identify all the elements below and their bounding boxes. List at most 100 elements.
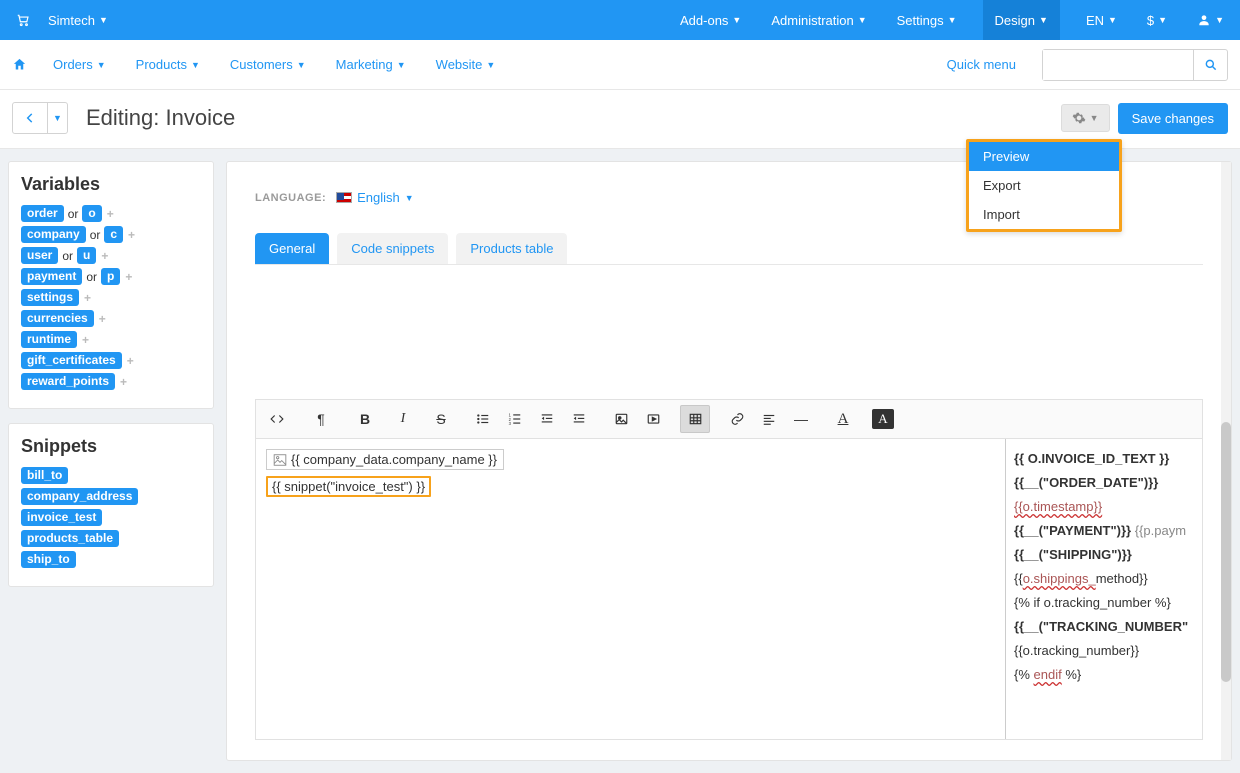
plus-icon[interactable]: + bbox=[105, 207, 114, 221]
code-view-icon[interactable] bbox=[262, 405, 292, 433]
snippet-tag[interactable]: ship_to bbox=[21, 551, 76, 568]
snippet-tag[interactable]: products_table bbox=[21, 530, 119, 547]
page-title: Editing: Invoice bbox=[86, 105, 235, 131]
plus-icon[interactable]: + bbox=[80, 333, 89, 347]
mainnav: Orders▼ Products▼ Customers▼ Marketing▼ … bbox=[0, 40, 1240, 90]
bg-color-icon[interactable]: A bbox=[868, 405, 898, 433]
snippet-row: company_address bbox=[21, 488, 201, 505]
content-panel: LANGUAGE: English ▼ General Code snippet… bbox=[226, 161, 1232, 761]
nav-marketing[interactable]: Marketing▼ bbox=[336, 57, 406, 72]
align-icon[interactable] bbox=[754, 405, 784, 433]
image-icon[interactable] bbox=[606, 405, 636, 433]
or-text: or bbox=[85, 270, 98, 284]
variable-row: orderoro + bbox=[21, 205, 201, 222]
back-dropdown[interactable]: ▼ bbox=[47, 103, 67, 133]
tab-products-table[interactable]: Products table bbox=[456, 233, 567, 264]
snippet-row: invoice_test bbox=[21, 509, 201, 526]
snippet-tag[interactable]: invoice_test bbox=[21, 509, 102, 526]
home-icon[interactable] bbox=[12, 57, 27, 72]
nav-products[interactable]: Products▼ bbox=[136, 57, 200, 72]
save-button[interactable]: Save changes bbox=[1118, 103, 1228, 134]
back-button-group: ▼ bbox=[12, 102, 68, 134]
snippet-tag[interactable]: company_address bbox=[21, 488, 138, 505]
video-icon[interactable] bbox=[638, 405, 668, 433]
outdent-icon[interactable] bbox=[532, 405, 562, 433]
gear-button[interactable]: ▼ bbox=[1061, 104, 1110, 132]
tab-code-snippets[interactable]: Code snippets bbox=[337, 233, 448, 264]
snippets-box: Snippets bill_tocompany_addressinvoice_t… bbox=[8, 423, 214, 587]
variable-tag-short[interactable]: c bbox=[104, 226, 123, 243]
variable-tag[interactable]: runtime bbox=[21, 331, 77, 348]
variable-tag[interactable]: order bbox=[21, 205, 64, 222]
variable-tag[interactable]: payment bbox=[21, 268, 82, 285]
variable-tag[interactable]: gift_certificates bbox=[21, 352, 122, 369]
list-ol-icon[interactable]: 123 bbox=[500, 405, 530, 433]
nav-user[interactable]: ▼ bbox=[1193, 0, 1228, 40]
editor-right-cell[interactable]: {{ O.INVOICE_ID_TEXT }} {{__("ORDER_DATE… bbox=[1006, 439, 1202, 739]
dropdown-preview[interactable]: Preview bbox=[969, 142, 1119, 171]
language-select[interactable]: English ▼ bbox=[336, 190, 414, 205]
snippet-tag[interactable]: bill_to bbox=[21, 467, 68, 484]
variable-row: useroru+ bbox=[21, 247, 201, 264]
nav-website[interactable]: Website▼ bbox=[436, 57, 496, 72]
variables-box: Variables orderoro+companyorc+useroru+pa… bbox=[8, 161, 214, 409]
variable-tag-short[interactable]: o bbox=[82, 205, 101, 222]
or-text: or bbox=[67, 207, 80, 221]
topbar: Simtech ▼ Add-ons▼ Administration▼ Setti… bbox=[0, 0, 1240, 40]
italic-icon[interactable]: I bbox=[388, 405, 418, 433]
tab-general[interactable]: General bbox=[255, 233, 329, 264]
brand-menu[interactable]: Simtech ▼ bbox=[44, 0, 112, 40]
text-color-icon[interactable]: A bbox=[828, 405, 858, 433]
editor-toolbar: ¶ B I S 123 — bbox=[256, 400, 1202, 439]
variable-tag[interactable]: reward_points bbox=[21, 373, 115, 390]
plus-icon[interactable]: + bbox=[126, 228, 135, 242]
plus-icon[interactable]: + bbox=[99, 249, 108, 263]
quick-menu-link[interactable]: Quick menu bbox=[947, 57, 1016, 72]
editor: ¶ B I S 123 — bbox=[255, 399, 1203, 740]
plus-icon[interactable]: + bbox=[123, 270, 132, 284]
nav-settings[interactable]: Settings▼ bbox=[893, 0, 961, 40]
bold-icon[interactable]: B bbox=[350, 405, 380, 433]
template-image-placeholder[interactable]: {{ company_data.company_name }} bbox=[266, 449, 504, 470]
snippet-highlight[interactable]: {{ snippet("invoice_test") }} bbox=[266, 476, 431, 497]
cart-icon[interactable] bbox=[12, 0, 34, 40]
or-text: or bbox=[89, 228, 102, 242]
nav-design[interactable]: Design▼ bbox=[983, 0, 1060, 40]
nav-addons[interactable]: Add-ons▼ bbox=[676, 0, 745, 40]
nav-currency[interactable]: $▼ bbox=[1143, 0, 1171, 40]
search-button[interactable] bbox=[1193, 50, 1227, 80]
scrollbar-thumb[interactable] bbox=[1221, 422, 1231, 682]
editor-body[interactable]: {{ company_data.company_name }} {{ snipp… bbox=[256, 439, 1202, 739]
variable-tag[interactable]: user bbox=[21, 247, 58, 264]
paragraph-icon[interactable]: ¶ bbox=[306, 405, 336, 433]
variable-tag[interactable]: settings bbox=[21, 289, 79, 306]
nav-customers[interactable]: Customers▼ bbox=[230, 57, 306, 72]
indent-icon[interactable] bbox=[564, 405, 594, 433]
svg-text:3: 3 bbox=[509, 421, 512, 426]
back-button[interactable] bbox=[13, 103, 47, 133]
search-input[interactable] bbox=[1043, 50, 1193, 80]
plus-icon[interactable]: + bbox=[125, 354, 134, 368]
content-scrollbar[interactable] bbox=[1221, 162, 1231, 760]
editor-left-cell[interactable]: {{ company_data.company_name }} {{ snipp… bbox=[256, 439, 1006, 739]
plus-icon[interactable]: + bbox=[118, 375, 127, 389]
plus-icon[interactable]: + bbox=[82, 291, 91, 305]
variable-tag[interactable]: currencies bbox=[21, 310, 94, 327]
variable-tag-short[interactable]: p bbox=[101, 268, 120, 285]
plus-icon[interactable]: + bbox=[97, 312, 106, 326]
nav-administration[interactable]: Administration▼ bbox=[767, 0, 870, 40]
dropdown-export[interactable]: Export bbox=[969, 171, 1119, 200]
variable-tag[interactable]: company bbox=[21, 226, 86, 243]
strike-icon[interactable]: S bbox=[426, 405, 456, 433]
table-icon[interactable] bbox=[680, 405, 710, 433]
list-ul-icon[interactable] bbox=[468, 405, 498, 433]
snippet-row: products_table bbox=[21, 530, 201, 547]
variable-tag-short[interactable]: u bbox=[77, 247, 96, 264]
link-icon[interactable] bbox=[722, 405, 752, 433]
dropdown-import[interactable]: Import bbox=[969, 200, 1119, 229]
nav-lang[interactable]: EN▼ bbox=[1082, 0, 1121, 40]
nav-orders[interactable]: Orders▼ bbox=[53, 57, 106, 72]
hr-icon[interactable]: — bbox=[786, 405, 816, 433]
search-box bbox=[1042, 49, 1228, 81]
variable-row: companyorc+ bbox=[21, 226, 201, 243]
